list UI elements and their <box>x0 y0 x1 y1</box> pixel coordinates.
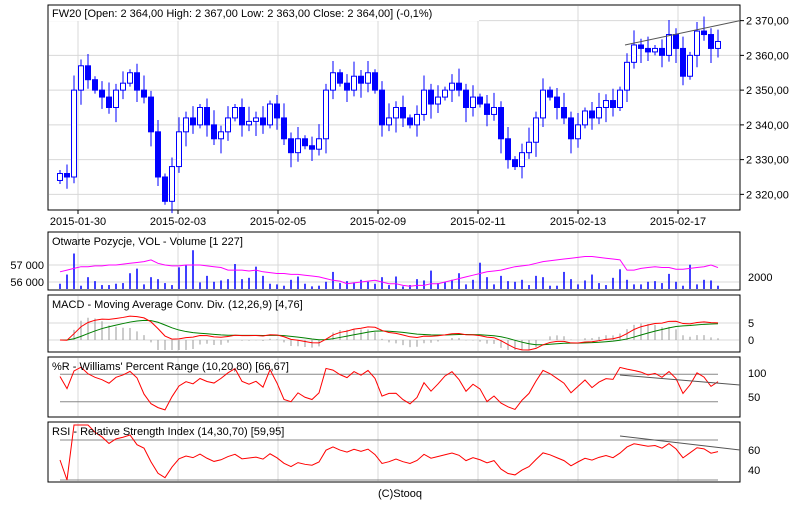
rsi-tick-label: 40 <box>748 465 760 477</box>
rsi-title: RSI - Relative Strength Index (14,30,70)… <box>52 426 284 438</box>
price-title: FW20 [Open: 2 364,00 High: 2 367,00 Low:… <box>52 8 432 20</box>
y-tick-label: 2 360,00 <box>746 50 789 62</box>
candle <box>687 51 693 80</box>
x-tick-label: 2015-02-11 <box>450 216 505 228</box>
y-tick-label: 2 330,00 <box>746 155 789 167</box>
stock-chart: FW20 [Open: 2 364,00 High: 2 367,00 Low:… <box>10 4 789 500</box>
volume-tick-label: 2000 <box>748 272 772 284</box>
y-tick-label: 2 370,00 <box>746 16 789 28</box>
rsi-tick-label: 60 <box>748 445 760 457</box>
candle <box>71 75 77 184</box>
x-tick-label: 2015-01-30 <box>50 216 106 228</box>
candle <box>162 173 168 205</box>
oi-tick-label: 56 000 <box>10 277 44 289</box>
candle <box>197 104 203 129</box>
y-tick-label: 2 340,00 <box>746 120 789 132</box>
candle <box>582 107 588 129</box>
macd-tick-label: 0 <box>748 335 754 347</box>
x-tick-label: 2015-02-17 <box>650 216 706 228</box>
x-tick-label: 2015-02-03 <box>150 216 206 228</box>
oi-tick-label: 57 000 <box>10 260 44 272</box>
footer-credit: (C)Stooq <box>378 488 422 500</box>
williams-r-tick-label: 50 <box>748 392 760 404</box>
y-tick-label: 2 320,00 <box>746 189 789 201</box>
macd-tick-label: 5 <box>748 318 754 330</box>
candle <box>617 86 623 111</box>
candle <box>267 100 273 129</box>
x-tick-label: 2015-02-05 <box>250 216 306 228</box>
williams-r-title: %R - Williams' Percent Range (10,20,80) … <box>52 361 289 373</box>
volume-title: Otwarte Pozycje, VOL - Volume [1 227] <box>52 236 243 248</box>
x-tick-label: 2015-02-09 <box>350 216 406 228</box>
williams-r-tick-label: 100 <box>748 368 766 380</box>
candle <box>372 69 378 94</box>
x-tick-label: 2015-02-13 <box>550 216 606 228</box>
macd-title: MACD - Moving Average Conv. Div. (12,26,… <box>52 299 303 311</box>
y-tick-label: 2 350,00 <box>746 85 789 97</box>
